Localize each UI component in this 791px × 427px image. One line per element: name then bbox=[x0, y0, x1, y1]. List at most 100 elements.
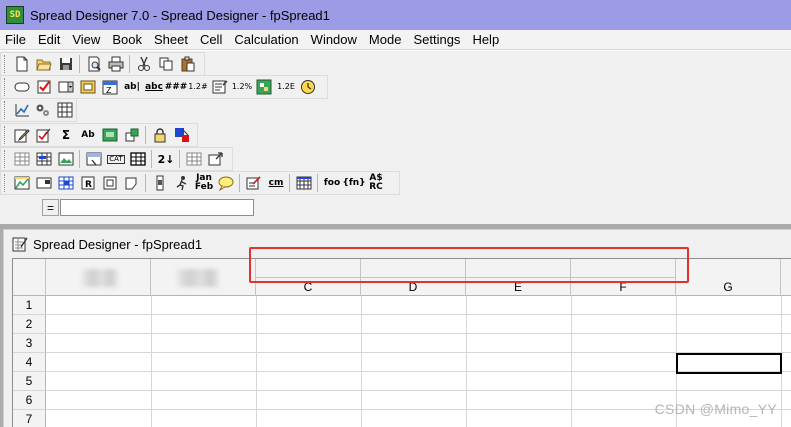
menu-view[interactable]: View bbox=[66, 30, 106, 50]
table-icon[interactable] bbox=[127, 148, 149, 170]
menu-calculation[interactable]: Calculation bbox=[228, 30, 304, 50]
table-row[interactable] bbox=[46, 334, 791, 353]
app-icon[interactable]: SD bbox=[6, 6, 24, 24]
font-button[interactable]: Ab bbox=[77, 124, 99, 146]
design-edit-icon[interactable] bbox=[243, 172, 265, 194]
run-icon[interactable] bbox=[171, 172, 193, 194]
grid-icon[interactable] bbox=[54, 99, 76, 121]
row-header[interactable]: 1 bbox=[13, 296, 46, 315]
new-file-icon[interactable] bbox=[11, 53, 33, 75]
formula-text-button[interactable]: foo bbox=[321, 172, 343, 194]
column-header-b[interactable] bbox=[151, 259, 256, 296]
checkbox-celltype-icon[interactable] bbox=[33, 76, 55, 98]
resize-cursor-icon[interactable] bbox=[205, 148, 227, 170]
active-cell-selection[interactable] bbox=[676, 353, 782, 374]
units-button[interactable]: cm bbox=[265, 172, 287, 194]
window-title: Spread Designer 7.0 - Spread Designer - … bbox=[30, 7, 330, 23]
print-icon[interactable] bbox=[105, 53, 127, 75]
copy-icon[interactable] bbox=[155, 53, 177, 75]
fill-color-icon[interactable] bbox=[99, 124, 121, 146]
edit-check-icon[interactable] bbox=[33, 124, 55, 146]
row-header[interactable]: 2 bbox=[13, 315, 46, 334]
comment-bubble-icon[interactable] bbox=[215, 172, 237, 194]
menu-help[interactable]: Help bbox=[466, 30, 505, 50]
slider-celltype-icon[interactable] bbox=[253, 76, 275, 98]
date-celltype-icon[interactable]: Z bbox=[99, 76, 121, 98]
percent-celltype-button[interactable]: 1.2% bbox=[231, 76, 253, 98]
chart-toolbar bbox=[0, 98, 77, 122]
date-format-button[interactable]: Jan Feb bbox=[193, 172, 215, 194]
scientific-celltype-button[interactable]: 1.2E bbox=[275, 76, 297, 98]
chart-icon[interactable] bbox=[11, 99, 33, 121]
insert-note-icon[interactable] bbox=[121, 172, 143, 194]
combobox-celltype-icon[interactable] bbox=[55, 76, 77, 98]
menu-sheet[interactable]: Sheet bbox=[148, 30, 194, 50]
row-header[interactable]: 6 bbox=[13, 391, 46, 410]
menu-file[interactable]: File bbox=[0, 30, 32, 50]
insert-table-icon[interactable] bbox=[55, 172, 77, 194]
image-icon[interactable] bbox=[55, 148, 77, 170]
sheet-grid-icon[interactable] bbox=[293, 172, 315, 194]
table-row[interactable] bbox=[46, 372, 791, 391]
highlight-annotation-box bbox=[249, 247, 689, 283]
picture-celltype-icon[interactable] bbox=[77, 76, 99, 98]
insert-toolbar: R Jan Feb cm foo {fn} A$ RC bbox=[0, 171, 400, 195]
standard-toolbar bbox=[0, 52, 205, 76]
column-header-g[interactable]: G bbox=[676, 259, 781, 296]
lock-icon[interactable] bbox=[149, 124, 171, 146]
formula-equals-button[interactable]: = bbox=[42, 199, 59, 216]
open-folder-icon[interactable] bbox=[33, 53, 55, 75]
menu-bar: File Edit View Book Sheet Cell Calculati… bbox=[0, 30, 791, 50]
redacted-header bbox=[82, 269, 118, 287]
cut-scissors-icon[interactable] bbox=[133, 53, 155, 75]
integer-celltype-button[interactable]: ### bbox=[165, 76, 188, 98]
menu-book[interactable]: Book bbox=[106, 30, 148, 50]
formula-input[interactable] bbox=[60, 199, 254, 216]
menu-edit[interactable]: Edit bbox=[32, 30, 66, 50]
insert-comment-icon[interactable] bbox=[33, 172, 55, 194]
watermark: CSDN @Mimo_YY bbox=[654, 401, 777, 417]
multiline-celltype-icon[interactable] bbox=[209, 76, 231, 98]
toolbar-separator bbox=[315, 173, 321, 193]
row-header[interactable]: 3 bbox=[13, 334, 46, 353]
menu-settings[interactable]: Settings bbox=[407, 30, 466, 50]
edit-celltype-button[interactable]: ab| bbox=[121, 76, 143, 98]
mask-celltype-button[interactable]: abc bbox=[143, 76, 165, 98]
table-row[interactable] bbox=[46, 315, 791, 334]
formula-bar: = bbox=[0, 197, 791, 219]
reference-style-button[interactable]: A$ RC bbox=[365, 172, 387, 194]
toolbar-separator bbox=[149, 149, 155, 169]
sort-button[interactable]: 2↓ bbox=[155, 148, 177, 170]
category-button[interactable]: CAT bbox=[105, 148, 127, 170]
table-row[interactable] bbox=[46, 296, 791, 315]
select-color-icon[interactable] bbox=[171, 124, 193, 146]
float-celltype-button[interactable]: 1.2# bbox=[187, 76, 209, 98]
format-toolbar: Σ Ab bbox=[0, 123, 198, 147]
column-header-a[interactable] bbox=[46, 259, 151, 296]
paste-clipboard-icon[interactable] bbox=[177, 53, 199, 75]
button-celltype-icon[interactable] bbox=[11, 76, 33, 98]
insert-chart-icon[interactable] bbox=[11, 172, 33, 194]
span-cells-icon[interactable] bbox=[33, 148, 55, 170]
freeze-grid-icon[interactable] bbox=[183, 148, 205, 170]
settings-gears-icon[interactable] bbox=[33, 99, 55, 121]
print-preview-icon[interactable] bbox=[83, 53, 105, 75]
menu-mode[interactable]: Mode bbox=[363, 30, 408, 50]
insert-column-icon[interactable] bbox=[99, 172, 121, 194]
grid-lines-icon[interactable] bbox=[11, 148, 33, 170]
function-button[interactable]: {fn} bbox=[342, 172, 365, 194]
row-header[interactable]: 4 bbox=[13, 353, 46, 372]
row-header[interactable]: 7 bbox=[13, 410, 46, 427]
save-disk-icon[interactable] bbox=[55, 53, 77, 75]
time-celltype-icon[interactable] bbox=[297, 76, 319, 98]
insert-row-icon[interactable]: R bbox=[77, 172, 99, 194]
menu-window[interactable]: Window bbox=[305, 30, 363, 50]
edit-pencil-icon[interactable] bbox=[11, 124, 33, 146]
header-icon[interactable] bbox=[83, 148, 105, 170]
cell-style-icon[interactable] bbox=[121, 124, 143, 146]
menu-cell[interactable]: Cell bbox=[194, 30, 228, 50]
row-header[interactable]: 5 bbox=[13, 372, 46, 391]
scrollbar-icon[interactable] bbox=[149, 172, 171, 194]
corner-header[interactable] bbox=[13, 259, 46, 296]
sum-button[interactable]: Σ bbox=[55, 124, 77, 146]
